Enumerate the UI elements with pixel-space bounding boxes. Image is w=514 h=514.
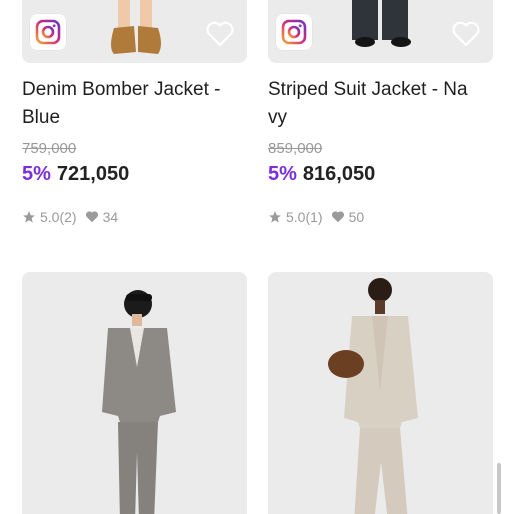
product-meta: 5.0(1) 50 <box>268 209 364 225</box>
price-row: 5% 816,050 <box>268 163 375 186</box>
sale-price: 721,050 <box>56 163 130 185</box>
heart-icon <box>331 211 344 223</box>
sale-price: 816,050 <box>302 163 376 185</box>
product-image[interactable] <box>268 0 493 63</box>
product-title[interactable]: Striped Suit Jacket - Navy <box>268 76 473 132</box>
heart-icon <box>85 211 98 223</box>
discount-rate: 5% <box>22 163 51 185</box>
favorite-heart-icon[interactable] <box>451 20 481 48</box>
star-icon <box>269 211 281 223</box>
likes-count: 34 <box>102 209 119 225</box>
product-meta: 5.0(2) 34 <box>22 209 118 225</box>
rating: 5.0(1) <box>286 209 323 225</box>
original-price: 859,000 <box>268 140 323 157</box>
product-title[interactable]: Denim Bomber Jacket - Blue <box>22 76 227 132</box>
instagram-icon[interactable] <box>30 14 66 50</box>
likes-count: 50 <box>348 209 365 225</box>
favorite-heart-icon[interactable] <box>205 20 235 48</box>
discount-rate: 5% <box>268 163 297 185</box>
product-image[interactable] <box>22 0 247 63</box>
product-photo <box>102 290 176 514</box>
scrollbar[interactable] <box>497 463 501 514</box>
original-price: 759,000 <box>22 140 77 157</box>
product-photo <box>328 278 418 514</box>
product-image[interactable] <box>22 272 247 514</box>
instagram-icon[interactable] <box>276 14 312 50</box>
star-icon <box>23 211 35 223</box>
price-row: 5% 721,050 <box>22 163 129 186</box>
product-image[interactable] <box>268 272 493 514</box>
rating: 5.0(2) <box>40 209 77 225</box>
